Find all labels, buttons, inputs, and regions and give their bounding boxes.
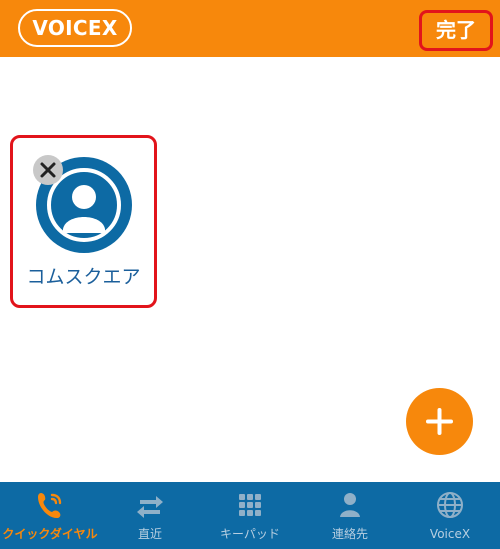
nav-item-voicex[interactable]: VoiceX xyxy=(400,482,500,549)
contact-name: コムスクエア xyxy=(26,266,141,288)
app-header: VOICEX 完了 xyxy=(0,0,500,57)
phone-icon xyxy=(38,493,62,519)
brand-logo: VOICEX xyxy=(18,9,132,47)
plus-icon xyxy=(426,408,453,435)
nav-item-contacts[interactable]: 連絡先 xyxy=(300,482,400,549)
nav-item-quick-dial[interactable]: クイックダイヤル xyxy=(0,482,100,549)
globe-icon xyxy=(437,492,463,518)
add-contact-button[interactable] xyxy=(406,388,473,455)
recent-arrows-icon xyxy=(137,496,163,518)
nav-label-quick-dial: クイックダイヤル xyxy=(2,527,98,541)
nav-item-keypad[interactable]: キーパッド xyxy=(200,482,300,549)
nav-label-contacts: 連絡先 xyxy=(331,527,368,541)
keypad-icon xyxy=(239,494,261,516)
bottom-navigation: クイックダイヤル 直近 キーパッド 連絡先 VoiceX xyxy=(0,482,500,549)
nav-item-recent[interactable]: 直近 xyxy=(100,482,200,549)
done-button[interactable]: 完了 xyxy=(419,10,493,51)
remove-icon[interactable] xyxy=(33,155,63,185)
nav-label-recent: 直近 xyxy=(137,527,162,541)
contact-tile[interactable]: コムスクエア xyxy=(10,135,157,308)
nav-label-keypad: キーパッド xyxy=(220,527,280,541)
contact-icon xyxy=(340,493,360,517)
nav-label-voicex: VoiceX xyxy=(429,527,471,541)
